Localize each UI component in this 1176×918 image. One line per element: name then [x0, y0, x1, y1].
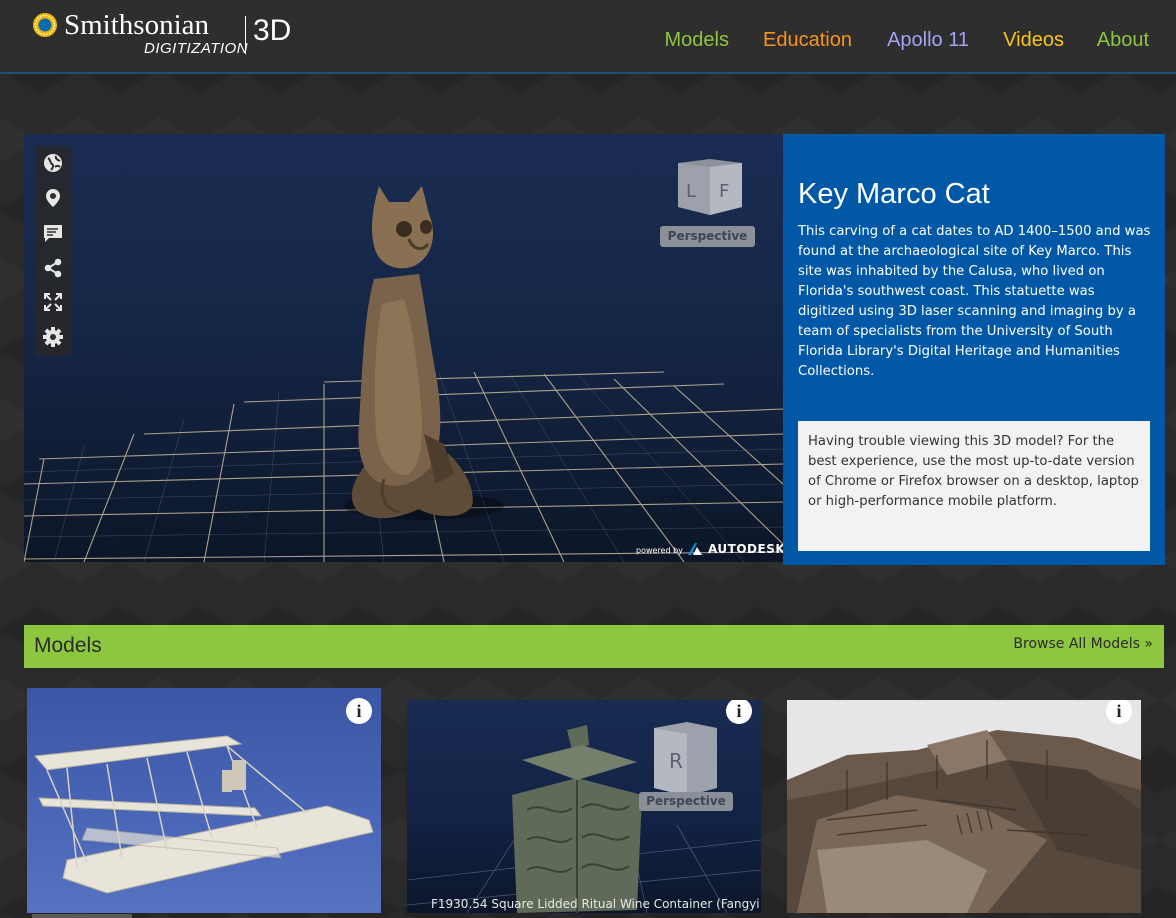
globe-icon[interactable]: [39, 149, 67, 177]
model-info-icon[interactable]: i: [346, 698, 372, 724]
annotation-icon[interactable]: [39, 219, 67, 247]
nav-education[interactable]: Education: [763, 29, 852, 52]
nav-videos[interactable]: Videos: [1003, 29, 1064, 52]
key-marco-cat-model[interactable]: [344, 186, 504, 520]
model-info-panel: Key Marco Cat This carving of a cat date…: [783, 134, 1165, 565]
viewer-ground-grid: [24, 186, 783, 562]
model-card[interactable]: R Perspective i F1930.54 Square Lidded R…: [407, 700, 761, 913]
wright-flyer-thumbnail: [33, 735, 374, 894]
powered-by-autodesk: powered by AUTODESK: [636, 542, 783, 556]
logo-wordmark: Smithsonian: [64, 9, 210, 41]
model-description: This carving of a cat dates to AD 1400–1…: [798, 224, 1151, 379]
logo-subtitle: DIGITIZATION: [144, 40, 249, 57]
model-viewer[interactable]: L F Perspective powered by AUTODESK: [24, 134, 783, 562]
cube-face-front: F: [719, 181, 729, 202]
perspective-toggle[interactable]: Perspective: [639, 792, 733, 811]
model-card[interactable]: i: [787, 700, 1141, 913]
models-section-title: Models: [34, 634, 102, 657]
cube-face-right: R: [669, 749, 683, 773]
powered-by-label: powered by: [636, 546, 683, 555]
perspective-toggle[interactable]: Perspective: [660, 226, 755, 247]
location-pin-icon[interactable]: [39, 184, 67, 212]
browser-notice: Having trouble viewing this 3D model? Fo…: [798, 421, 1150, 551]
view-cube[interactable]: L F: [676, 159, 744, 219]
carousel-scroll-indicator[interactable]: [32, 914, 132, 918]
viewer-toolbar: [35, 146, 71, 356]
autodesk-brand: AUTODESK: [708, 542, 783, 556]
model-caption: F1930.54 Square Lidded Ritual Wine Conta…: [431, 897, 760, 911]
sunburst-logo-icon: [33, 13, 57, 37]
site-header: Smithsonian DIGITIZATION 3D Models Educa…: [0, 0, 1176, 74]
settings-icon[interactable]: [39, 323, 67, 351]
cube-face-left: L: [686, 181, 696, 202]
autodesk-logo-icon: [688, 543, 703, 555]
nav-apollo-11[interactable]: Apollo 11: [887, 29, 969, 52]
model-title: Key Marco Cat: [798, 178, 990, 210]
nav-models[interactable]: Models: [665, 29, 729, 52]
logo-3d: 3D: [253, 14, 292, 47]
browse-all-models-link[interactable]: Browse All Models »: [1013, 636, 1153, 652]
models-section-header: Models Browse All Models »: [24, 625, 1164, 668]
fullscreen-icon[interactable]: [39, 288, 67, 316]
logo-divider: [245, 16, 246, 54]
nav-about[interactable]: About: [1097, 29, 1149, 52]
ruins-thumbnail: [787, 730, 1141, 913]
model-card[interactable]: i: [27, 688, 381, 913]
share-icon[interactable]: [39, 254, 67, 282]
